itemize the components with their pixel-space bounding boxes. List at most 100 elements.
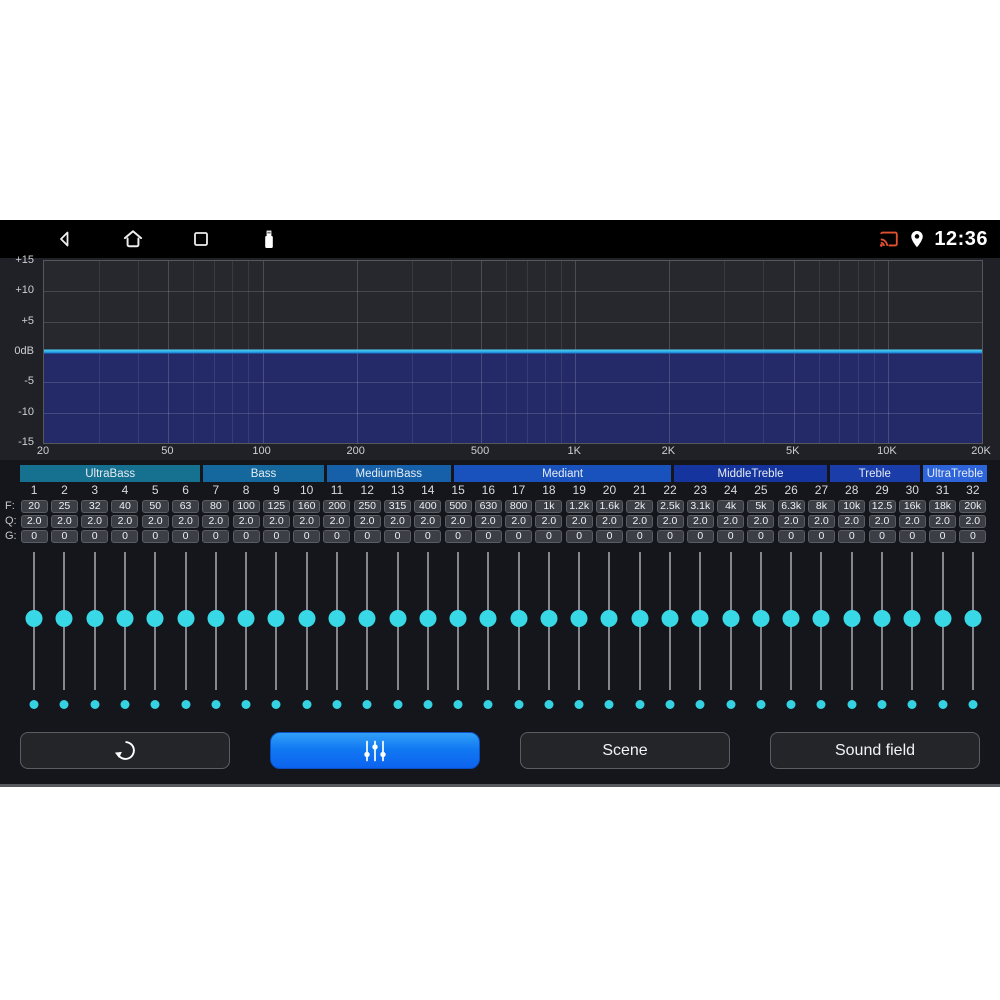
gain-value-cell[interactable]: 0 bbox=[838, 530, 866, 543]
slider-knob[interactable] bbox=[116, 610, 134, 627]
gain-slider[interactable] bbox=[352, 550, 382, 720]
slider-dot[interactable] bbox=[241, 700, 251, 709]
gain-value-cell[interactable]: 0 bbox=[50, 530, 78, 543]
gain-slider[interactable] bbox=[261, 550, 291, 720]
gain-slider[interactable] bbox=[746, 550, 776, 720]
slider-dot[interactable] bbox=[574, 700, 584, 709]
band-segment-treble[interactable]: Treble bbox=[829, 465, 920, 482]
q-value-cell[interactable]: 2.0 bbox=[929, 515, 957, 528]
frequency-value-cell[interactable]: 315 bbox=[384, 500, 412, 513]
band-segment-ultrabass[interactable]: UltraBass bbox=[20, 465, 201, 482]
gain-slider[interactable] bbox=[504, 550, 534, 720]
slider-dot[interactable] bbox=[968, 700, 978, 709]
slider-dot[interactable] bbox=[90, 700, 100, 709]
gain-value-cell[interactable]: 0 bbox=[505, 530, 533, 543]
gain-value-cell[interactable]: 0 bbox=[384, 530, 412, 543]
q-value-cell[interactable]: 2.0 bbox=[838, 515, 866, 528]
frequency-value-cell[interactable]: 40 bbox=[111, 500, 139, 513]
gain-slider[interactable] bbox=[140, 550, 170, 720]
slider-knob[interactable] bbox=[449, 610, 467, 627]
slider-dot[interactable] bbox=[483, 700, 493, 709]
gain-slider[interactable] bbox=[867, 550, 897, 720]
band-segment-mediumbass[interactable]: MediumBass bbox=[326, 465, 451, 482]
band-segment-middletreble[interactable]: MiddleTreble bbox=[674, 465, 827, 482]
slider-dot[interactable] bbox=[181, 700, 191, 709]
slider-knob[interactable] bbox=[843, 610, 861, 627]
q-value-cell[interactable]: 2.0 bbox=[323, 515, 351, 528]
gain-value-cell[interactable]: 0 bbox=[293, 530, 321, 543]
q-value-cell[interactable]: 2.0 bbox=[898, 515, 926, 528]
slider-dot[interactable] bbox=[211, 700, 221, 709]
frequency-value-cell[interactable]: 1.2k bbox=[565, 500, 593, 513]
gain-value-cell[interactable]: 0 bbox=[959, 530, 987, 543]
gain-slider[interactable] bbox=[170, 550, 200, 720]
slider-knob[interactable] bbox=[419, 610, 437, 627]
slider-knob[interactable] bbox=[752, 610, 770, 627]
slider-dot[interactable] bbox=[635, 700, 645, 709]
frequency-value-cell[interactable]: 630 bbox=[474, 500, 502, 513]
slider-knob[interactable] bbox=[510, 610, 528, 627]
slider-knob[interactable] bbox=[55, 610, 73, 627]
slider-knob[interactable] bbox=[600, 610, 618, 627]
slider-knob[interactable] bbox=[328, 610, 346, 627]
slider-dot[interactable] bbox=[423, 700, 433, 709]
slider-knob[interactable] bbox=[25, 610, 43, 627]
gain-value-cell[interactable]: 0 bbox=[111, 530, 139, 543]
gain-value-cell[interactable]: 0 bbox=[929, 530, 957, 543]
slider-dot[interactable] bbox=[816, 700, 826, 709]
q-value-cell[interactable]: 2.0 bbox=[384, 515, 412, 528]
slider-knob[interactable] bbox=[86, 610, 104, 627]
q-value-cell[interactable]: 2.0 bbox=[717, 515, 745, 528]
gain-value-cell[interactable]: 0 bbox=[656, 530, 684, 543]
band-segment-mediant[interactable]: Mediant bbox=[453, 465, 672, 482]
equalizer-button[interactable] bbox=[270, 732, 480, 769]
gain-slider[interactable] bbox=[322, 550, 352, 720]
slider-dot[interactable] bbox=[544, 700, 554, 709]
frequency-value-cell[interactable]: 2k bbox=[626, 500, 654, 513]
gain-slider[interactable] bbox=[201, 550, 231, 720]
slider-dot[interactable] bbox=[271, 700, 281, 709]
band-segment-bass[interactable]: Bass bbox=[203, 465, 324, 482]
frequency-value-cell[interactable]: 63 bbox=[172, 500, 200, 513]
frequency-value-cell[interactable]: 2.5k bbox=[656, 500, 684, 513]
slider-dot[interactable] bbox=[393, 700, 403, 709]
gain-slider[interactable] bbox=[473, 550, 503, 720]
slider-knob[interactable] bbox=[631, 610, 649, 627]
slider-knob[interactable] bbox=[903, 610, 921, 627]
gain-value-cell[interactable]: 0 bbox=[595, 530, 623, 543]
q-value-cell[interactable]: 2.0 bbox=[565, 515, 593, 528]
q-value-cell[interactable]: 2.0 bbox=[20, 515, 48, 528]
gain-slider[interactable] bbox=[110, 550, 140, 720]
frequency-value-cell[interactable]: 100 bbox=[232, 500, 260, 513]
gain-slider[interactable] bbox=[715, 550, 745, 720]
frequency-value-cell[interactable]: 20 bbox=[20, 500, 48, 513]
q-value-cell[interactable]: 2.0 bbox=[626, 515, 654, 528]
gain-slider[interactable] bbox=[564, 550, 594, 720]
band-segment-ultratreble[interactable]: UltraTreble bbox=[922, 465, 987, 482]
q-value-cell[interactable]: 2.0 bbox=[172, 515, 200, 528]
slider-dot[interactable] bbox=[29, 700, 39, 709]
slider-knob[interactable] bbox=[661, 610, 679, 627]
frequency-value-cell[interactable]: 400 bbox=[414, 500, 442, 513]
slider-dot[interactable] bbox=[938, 700, 948, 709]
frequency-value-cell[interactable]: 125 bbox=[262, 500, 290, 513]
slider-knob[interactable] bbox=[207, 610, 225, 627]
slider-dot[interactable] bbox=[847, 700, 857, 709]
gain-slider[interactable] bbox=[292, 550, 322, 720]
slider-dot[interactable] bbox=[695, 700, 705, 709]
slider-dot[interactable] bbox=[604, 700, 614, 709]
frequency-value-cell[interactable]: 3.1k bbox=[686, 500, 714, 513]
home-button[interactable] bbox=[120, 226, 146, 252]
frequency-value-cell[interactable]: 200 bbox=[323, 500, 351, 513]
gain-slider[interactable] bbox=[594, 550, 624, 720]
slider-knob[interactable] bbox=[177, 610, 195, 627]
q-value-cell[interactable]: 2.0 bbox=[293, 515, 321, 528]
sound-field-button[interactable]: Sound field bbox=[770, 732, 980, 769]
slider-dot[interactable] bbox=[332, 700, 342, 709]
frequency-value-cell[interactable]: 50 bbox=[141, 500, 169, 513]
gain-value-cell[interactable]: 0 bbox=[868, 530, 896, 543]
slider-knob[interactable] bbox=[298, 610, 316, 627]
frequency-value-cell[interactable]: 32 bbox=[81, 500, 109, 513]
frequency-value-cell[interactable]: 250 bbox=[353, 500, 381, 513]
slider-knob[interactable] bbox=[722, 610, 740, 627]
